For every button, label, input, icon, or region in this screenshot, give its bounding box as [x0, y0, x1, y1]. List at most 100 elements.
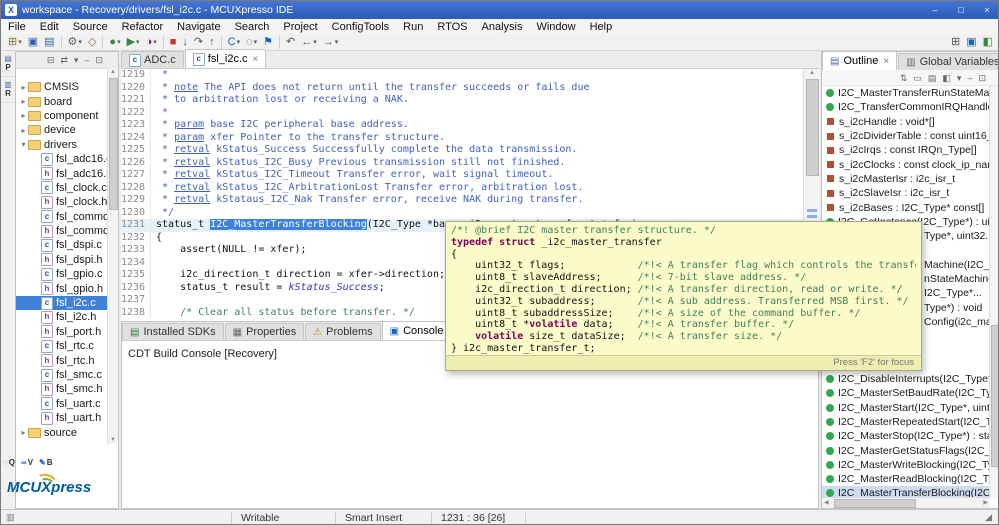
tab-outline[interactable]: ▤Outline× [822, 51, 897, 70]
scroll-right-arrow[interactable]: ▶ [983, 498, 988, 508]
menu-help[interactable]: Help [583, 21, 620, 33]
close-window-button[interactable]: × [974, 1, 999, 19]
tree-item-drivers[interactable]: ▾drivers [16, 138, 108, 152]
outline-item[interactable]: I2C_MasterTransferRunStateMachine(I2C... [822, 86, 990, 100]
outline-item[interactable]: s_i2cSlaveIsr : i2c_isr_t [822, 186, 990, 200]
hide-static-button[interactable]: ▤ [926, 70, 939, 86]
menu-window[interactable]: Window [529, 21, 582, 33]
tree-item-fsl-clock-h[interactable]: hfsl_clock.h [16, 195, 108, 209]
code-line-1222[interactable]: 1222 * [121, 107, 803, 120]
open-perspective-button[interactable]: ⊞ [949, 34, 962, 50]
scrollbar-thumb[interactable] [991, 325, 999, 467]
tree-item-fsl-i2c-h[interactable]: hfsl_i2c.h [16, 310, 108, 324]
line-number[interactable]: 1238 [121, 307, 151, 320]
outline-vscrollbar[interactable] [989, 86, 999, 498]
tree-item-fsl-uart-c[interactable]: cfsl_uart.c [16, 397, 108, 411]
minimized-view-variables[interactable]: ∞V [21, 458, 33, 467]
scrollbar-thumb[interactable] [806, 79, 819, 176]
outline-item[interactable]: s_i2cIrqs : const IRQn_Type[] [822, 143, 990, 157]
code-line-1223[interactable]: 1223 * param base I2C peripheral base ad… [121, 119, 803, 132]
code-line-1225[interactable]: 1225 * retval kStatus_Success Successful… [121, 144, 803, 157]
new-wizard-button[interactable]: ⊞▾ [6, 34, 24, 50]
tree-item-board[interactable]: ▸board [16, 94, 108, 108]
forward-history-button[interactable]: →▾ [321, 34, 341, 50]
profile-button[interactable]: ◑▾ [144, 34, 159, 50]
tree-item-fsl-dspi-h[interactable]: hfsl_dspi.h [16, 253, 108, 267]
code-line-1221[interactable]: 1221 * to arbitration lost or receiving … [121, 94, 803, 107]
step-over-button[interactable]: ↷ [192, 34, 205, 50]
line-number[interactable]: 1228 [121, 182, 151, 195]
search-button-dropdown-arrow[interactable]: ▾ [254, 38, 258, 46]
debug-button[interactable]: ●▾ [107, 34, 122, 50]
profile-button-dropdown-arrow[interactable]: ▾ [153, 38, 157, 46]
minimized-view-quick-search[interactable]: ◌Q [3, 458, 15, 467]
step-return-button[interactable]: ↑ [207, 34, 217, 50]
debug-button-dropdown-arrow[interactable]: ▾ [117, 38, 121, 46]
outline-item[interactable]: I2C_TransferCommonIRQHandler(I2C_... [822, 100, 990, 114]
line-number[interactable]: 1227 [121, 169, 151, 182]
line-number[interactable]: 1236 [121, 282, 151, 295]
line-number[interactable]: 1223 [121, 119, 151, 132]
new-wizard-button-dropdown-arrow[interactable]: ▾ [18, 38, 22, 46]
line-number[interactable]: 1222 [121, 107, 151, 120]
menu-search[interactable]: Search [228, 21, 277, 33]
tab-installed-sdks[interactable]: ▤Installed SDKs [122, 323, 224, 340]
scroll-up-arrow[interactable]: ▲ [108, 69, 118, 75]
expand-arrow[interactable]: ▸ [19, 83, 28, 92]
tab-global-variables[interactable]: ▥Global Variables [898, 53, 999, 70]
back-history-button-dropdown-arrow[interactable]: ▾ [313, 38, 317, 46]
tree-item-fsl-adc16-c[interactable]: cfsl_adc16.c [16, 152, 108, 166]
build-button-dropdown-arrow[interactable]: ▾ [78, 38, 82, 46]
terminate-button[interactable]: ■ [168, 34, 179, 50]
minimize-view-button[interactable]: – [965, 70, 974, 86]
build-button[interactable]: ⚙▾ [66, 34, 84, 50]
outline-item[interactable]: I2C_MasterReadBlocking(I2C_Type*,... [822, 472, 990, 486]
tab-properties[interactable]: ▦Properties [225, 323, 305, 340]
menu-project[interactable]: Project [276, 21, 324, 33]
new-cpp-class-button-dropdown-arrow[interactable]: ▾ [237, 38, 241, 46]
tree-item-fsl-uart-h[interactable]: hfsl_uart.h [16, 411, 108, 425]
close-tab-button[interactable]: × [253, 54, 259, 65]
code-line-1226[interactable]: 1226 * retval kStatus_I2C_Busy Previous … [121, 157, 803, 170]
outline-item[interactable]: I2C_MasterRepeatedStart(I2C_Type*... [822, 415, 990, 429]
editor-tab-fsl-i2c-c[interactable]: cfsl_i2c.c× [185, 49, 267, 68]
bookmark-button[interactable]: ⚑ [261, 34, 275, 50]
scroll-left-arrow[interactable]: ◀ [824, 498, 829, 508]
develop-perspective-button[interactable]: ▣ [964, 34, 978, 50]
outline-item[interactable]: I2C_MasterStop(I2C_Type*) : status_t [822, 429, 990, 443]
outline-item[interactable]: I2C_DisableInterrupts(I2C_Type*, uin... [822, 372, 990, 386]
maximize-view-button[interactable]: ⊡ [976, 70, 988, 86]
tree-item-fsl-common-h[interactable]: hfsl_common.h [16, 224, 108, 238]
minimized-view-breakpoints[interactable]: ✎B [39, 458, 52, 467]
line-number[interactable]: 1235 [121, 269, 151, 282]
tree-item-fsl-smc-h[interactable]: hfsl_smc.h [16, 382, 108, 396]
tree-item-fsl-smc-c[interactable]: cfsl_smc.c [16, 368, 108, 382]
collapse-all-button[interactable]: ⊟ [45, 52, 57, 68]
tree-item-fsl-rtc-h[interactable]: hfsl_rtc.h [16, 353, 108, 367]
scrollbar-thumb[interactable] [109, 78, 118, 210]
scroll-down-arrow[interactable]: ▼ [108, 437, 118, 443]
line-number[interactable]: 1229 [121, 194, 151, 207]
menu-refactor[interactable]: Refactor [115, 21, 171, 33]
scroll-up-arrow[interactable]: ▲ [804, 70, 820, 76]
line-number[interactable]: 1233 [121, 244, 151, 257]
run-button[interactable]: ▶▾ [125, 34, 142, 50]
tree-item-device[interactable]: ▸device [16, 123, 108, 137]
menu-run[interactable]: Run [396, 21, 430, 33]
run-button-dropdown-arrow[interactable]: ▾ [136, 38, 140, 46]
tree-item-cmsis[interactable]: ▸CMSIS [16, 80, 108, 94]
line-number[interactable]: 1230 [121, 207, 151, 220]
tree-item-fsl-gpio-h[interactable]: hfsl_gpio.h [16, 281, 108, 295]
menu-navigate[interactable]: Navigate [170, 21, 227, 33]
outline-item[interactable]: s_i2cDividerTable : const uint16_t[] [822, 129, 990, 143]
code-line-1230[interactable]: 1230 */ [121, 207, 803, 220]
code-line-1227[interactable]: 1227 * retval kStatus_I2C_Timeout Transf… [121, 169, 803, 182]
save-button[interactable]: ▣ [26, 34, 40, 50]
expand-arrow[interactable]: ▸ [19, 111, 28, 120]
outline-item[interactable]: I2C_MasterWriteBlocking(I2C_Type*,... [822, 458, 990, 472]
tree-item-fsl-port-h[interactable]: hfsl_port.h [16, 325, 108, 339]
expand-arrow[interactable]: ▸ [19, 126, 28, 135]
outline-item[interactable]: s_i2cMasterIsr : i2c_isr_t [822, 172, 990, 186]
new-cpp-class-button[interactable]: C▾ [226, 34, 242, 50]
minimize-window-button[interactable]: – [922, 1, 948, 19]
